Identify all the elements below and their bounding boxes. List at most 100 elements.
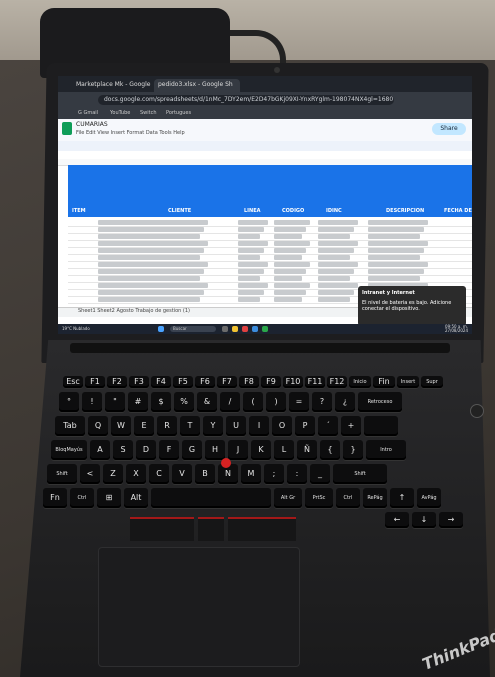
key-tab[interactable]: Tab bbox=[55, 416, 85, 436]
key-supr[interactable]: Supr bbox=[421, 376, 443, 388]
key-shift[interactable]: Shift bbox=[47, 464, 77, 484]
key-fn[interactable]: Fn bbox=[43, 488, 67, 508]
key-f6[interactable]: F6 bbox=[195, 376, 215, 388]
key-g[interactable]: G bbox=[182, 440, 202, 460]
address-bar[interactable]: docs.google.com/spreadsheets/d/1nMc_7DY2… bbox=[98, 95, 394, 105]
key-repg[interactable]: RePág bbox=[363, 488, 387, 508]
key-prtsc[interactable]: PrtSc bbox=[305, 488, 333, 508]
key-t[interactable]: T bbox=[180, 416, 200, 436]
key-e[interactable]: E bbox=[134, 416, 154, 436]
right-click-button[interactable] bbox=[228, 517, 296, 541]
key-f[interactable]: F bbox=[159, 440, 179, 460]
key-j[interactable]: J bbox=[228, 440, 248, 460]
key-symbol[interactable]: " bbox=[105, 392, 125, 412]
bookmark-portugues[interactable]: Portugues bbox=[166, 110, 191, 116]
key-symbol[interactable]: ° bbox=[59, 392, 79, 412]
key-insert[interactable]: Insert bbox=[397, 376, 419, 388]
key-d[interactable]: D bbox=[136, 440, 156, 460]
key-bloqmays[interactable]: BloqMayús bbox=[51, 440, 87, 460]
key-z[interactable]: Z bbox=[103, 464, 123, 484]
key-intro[interactable]: Intro bbox=[366, 440, 406, 460]
browser-tab-2[interactable]: pedido3.xlsx - Google Sh bbox=[154, 79, 240, 92]
key-ñ[interactable]: Ñ bbox=[297, 440, 317, 460]
key-symbol[interactable]: ¿ bbox=[335, 392, 355, 412]
left-click-button[interactable] bbox=[130, 517, 194, 541]
key-space[interactable] bbox=[364, 416, 398, 436]
sheets-toolbar[interactable] bbox=[58, 141, 472, 151]
spreadsheet-grid[interactable]: ITEM CLIENTE LINEA CODIGO IDINC DESCRIPC… bbox=[58, 159, 472, 307]
key-o[interactable]: O bbox=[272, 416, 292, 436]
key-symbol[interactable]: ⊞ bbox=[97, 488, 121, 508]
file-explorer-icon[interactable] bbox=[232, 326, 238, 332]
key-m[interactable]: M bbox=[241, 464, 261, 484]
key-f11[interactable]: F11 bbox=[305, 376, 325, 388]
key-p[interactable]: P bbox=[295, 416, 315, 436]
key-symbol[interactable]: } bbox=[343, 440, 363, 460]
key-c[interactable]: C bbox=[149, 464, 169, 484]
key-symbol[interactable]: < bbox=[80, 464, 100, 484]
edge-icon[interactable] bbox=[252, 326, 258, 332]
key-symbol[interactable]: ´ bbox=[318, 416, 338, 436]
key-f4[interactable]: F4 bbox=[151, 376, 171, 388]
key-f10[interactable]: F10 bbox=[283, 376, 303, 388]
key-esc[interactable]: Esc bbox=[63, 376, 83, 388]
key-i[interactable]: I bbox=[249, 416, 269, 436]
key-symbol[interactable]: $ bbox=[151, 392, 171, 412]
battery-notification[interactable]: Intranet y Internet El nivel de bateria … bbox=[358, 286, 466, 326]
bookmark-gmail[interactable]: G Gmail bbox=[78, 110, 98, 116]
chrome-icon[interactable] bbox=[242, 326, 248, 332]
key-symbol[interactable]: : bbox=[287, 464, 307, 484]
key-symbol[interactable]: = bbox=[289, 392, 309, 412]
key-a[interactable]: A bbox=[90, 440, 110, 460]
weather-widget[interactable]: 19°C Nublado bbox=[62, 326, 90, 331]
menu-bar[interactable]: File Edit View Insert Format Data Tools … bbox=[76, 130, 185, 136]
key-avpg[interactable]: AvPág bbox=[417, 488, 441, 508]
key-u[interactable]: U bbox=[226, 416, 246, 436]
key-fin[interactable]: Fin bbox=[373, 376, 395, 388]
trackpoint[interactable] bbox=[221, 458, 231, 468]
middle-click-button[interactable] bbox=[198, 517, 224, 541]
key-shift[interactable]: Shift bbox=[333, 464, 387, 484]
key-l[interactable]: L bbox=[274, 440, 294, 460]
key-symbol[interactable]: ↓ bbox=[412, 512, 436, 528]
key-alt[interactable]: Alt bbox=[124, 488, 148, 508]
key-f5[interactable]: F5 bbox=[173, 376, 193, 388]
key-symbol[interactable]: → bbox=[439, 512, 463, 528]
bookmark-switch[interactable]: Switch bbox=[140, 110, 157, 116]
key-r[interactable]: R bbox=[157, 416, 177, 436]
key-symbol[interactable]: # bbox=[128, 392, 148, 412]
key-f2[interactable]: F2 bbox=[107, 376, 127, 388]
key-y[interactable]: Y bbox=[203, 416, 223, 436]
key-symbol[interactable]: ← bbox=[385, 512, 409, 528]
key-retroceso[interactable]: Retroceso bbox=[358, 392, 402, 412]
share-button[interactable]: Share bbox=[432, 123, 466, 135]
key-f1[interactable]: F1 bbox=[85, 376, 105, 388]
key-symbol[interactable]: ? bbox=[312, 392, 332, 412]
key-ctrl[interactable]: Ctrl bbox=[70, 488, 94, 508]
key-symbol[interactable]: ) bbox=[266, 392, 286, 412]
touchpad[interactable] bbox=[98, 547, 300, 667]
start-icon[interactable] bbox=[158, 326, 164, 332]
document-title[interactable]: CUMARIAS bbox=[76, 121, 108, 128]
bookmark-youtube[interactable]: YouTube bbox=[110, 110, 130, 116]
key-space[interactable] bbox=[151, 488, 271, 508]
key-h[interactable]: H bbox=[205, 440, 225, 460]
key-symbol[interactable]: ↑ bbox=[390, 488, 414, 508]
key-f3[interactable]: F3 bbox=[129, 376, 149, 388]
key-symbol[interactable]: { bbox=[320, 440, 340, 460]
key-q[interactable]: Q bbox=[88, 416, 108, 436]
taskbar-search[interactable]: Buscar bbox=[170, 326, 216, 332]
key-f12[interactable]: F12 bbox=[327, 376, 347, 388]
clock[interactable]: 09:50 a. m. 27/08/2024 bbox=[445, 325, 468, 333]
key-symbol[interactable]: ; bbox=[264, 464, 284, 484]
whatsapp-icon[interactable] bbox=[262, 326, 268, 332]
key-symbol[interactable]: + bbox=[341, 416, 361, 436]
key-v[interactable]: V bbox=[172, 464, 192, 484]
key-f9[interactable]: F9 bbox=[261, 376, 281, 388]
key-symbol[interactable]: ( bbox=[243, 392, 263, 412]
key-f8[interactable]: F8 bbox=[239, 376, 259, 388]
key-symbol[interactable]: / bbox=[220, 392, 240, 412]
key-w[interactable]: W bbox=[111, 416, 131, 436]
browser-tab-1[interactable]: Marketplace Mk - Google bbox=[72, 79, 152, 92]
key-ctrl[interactable]: Ctrl bbox=[336, 488, 360, 508]
